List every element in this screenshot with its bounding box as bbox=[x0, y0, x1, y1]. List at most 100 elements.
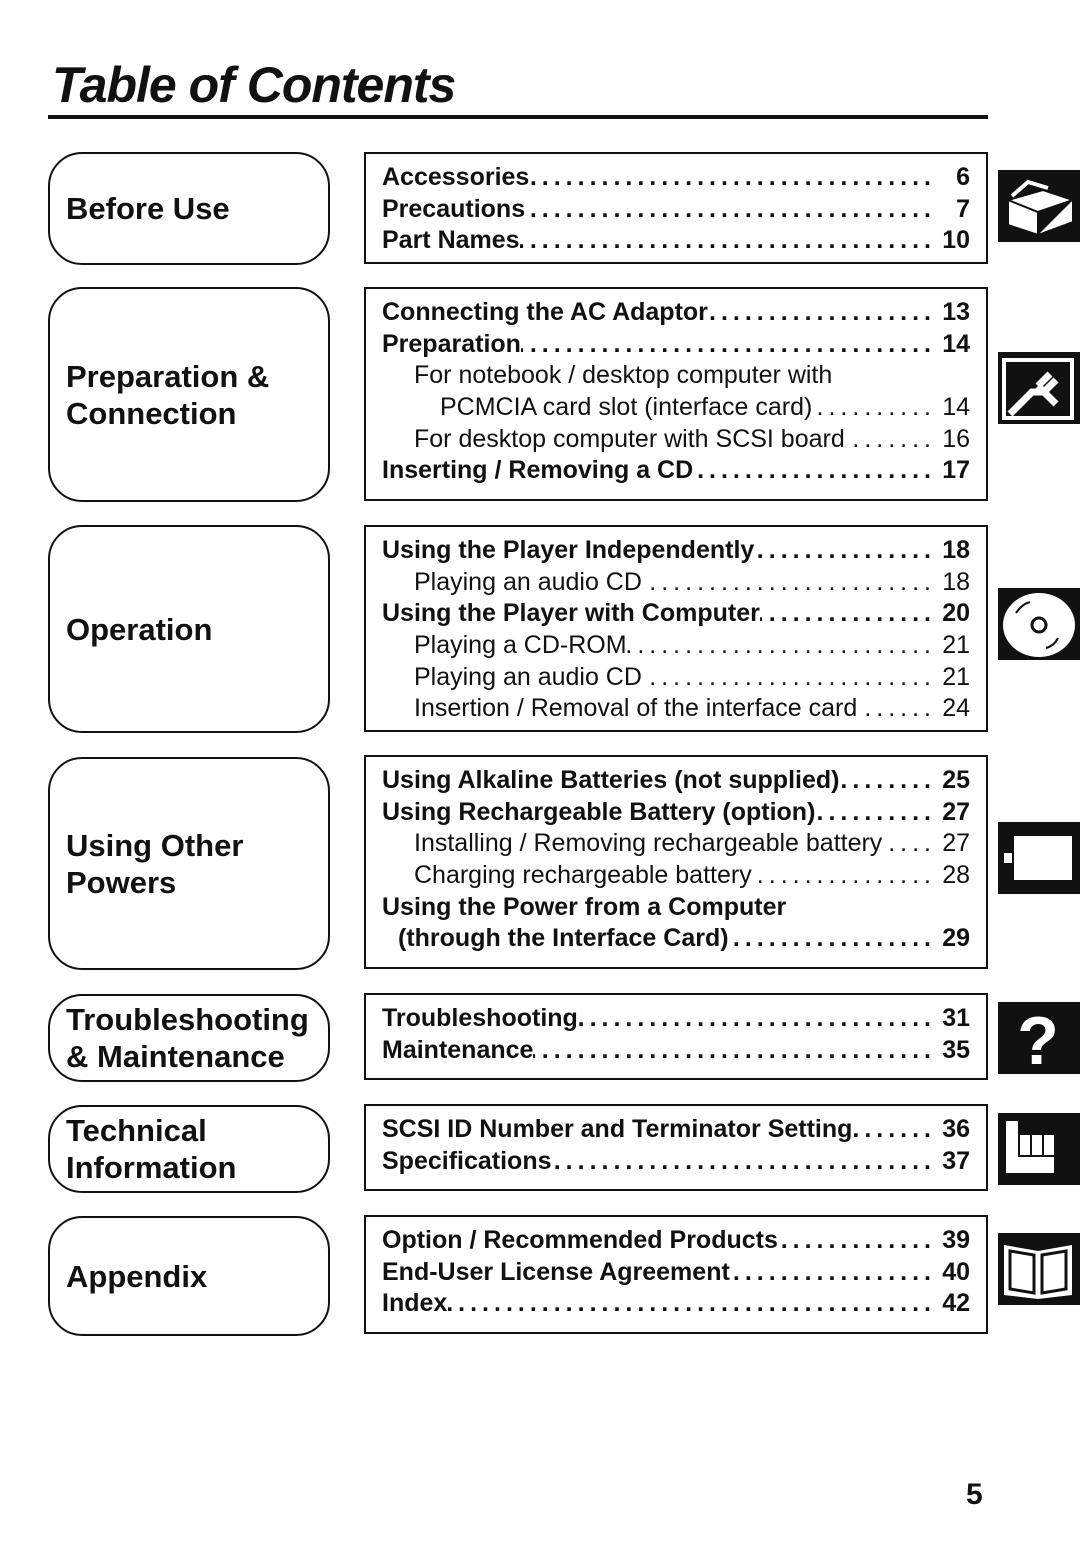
dot-leader: ........................................… bbox=[641, 567, 936, 596]
toc-entry[interactable]: Preparation.............................… bbox=[382, 329, 970, 361]
dot-leader: ........................................… bbox=[641, 662, 936, 691]
toc-entry[interactable]: Playing an audio CD.....................… bbox=[382, 567, 970, 599]
entry-title: Accessories bbox=[382, 163, 530, 191]
section-entries: Option / Recommended Products...........… bbox=[364, 1215, 988, 1334]
entry-page: 37 bbox=[942, 1146, 970, 1175]
entry-page: 10 bbox=[942, 226, 970, 255]
entry-page: 20 bbox=[942, 599, 970, 628]
dot-leader: ........................................… bbox=[754, 536, 936, 564]
dot-leader: ........................................… bbox=[857, 694, 936, 723]
cd-icon bbox=[998, 588, 1080, 660]
toc-entry[interactable]: PCMCIA card slot (interface card).......… bbox=[382, 392, 970, 424]
toc-entry[interactable]: Precautions.............................… bbox=[382, 194, 970, 226]
section-label-box: Operation bbox=[48, 525, 330, 733]
dot-leader: ........................................… bbox=[577, 1004, 936, 1032]
section-label-box: Technical Information bbox=[48, 1105, 330, 1193]
entry-title: Maintenance bbox=[382, 1035, 534, 1064]
dot-leader: ........................................… bbox=[529, 163, 936, 191]
entry-title: Using Alkaline Batteries (not supplied) bbox=[382, 766, 840, 794]
entry-title: Connecting the AC Adaptor bbox=[382, 298, 708, 326]
section-entries: Connecting the AC Adaptor...............… bbox=[364, 287, 988, 501]
toc-entry[interactable]: Using the Power from a Computer bbox=[382, 892, 970, 924]
section-heading: Operation bbox=[66, 611, 213, 647]
entry-page: 42 bbox=[942, 1289, 970, 1318]
entry-title: Specifications bbox=[382, 1146, 552, 1175]
toc-entry[interactable]: Index...................................… bbox=[382, 1288, 970, 1320]
dot-leader: ........................................… bbox=[852, 1115, 936, 1143]
entry-title: For desktop computer with SCSI board bbox=[414, 424, 845, 453]
entry-title: Option / Recommended Products bbox=[382, 1226, 778, 1254]
page-number: 5 bbox=[966, 1478, 983, 1511]
entry-page: 16 bbox=[942, 424, 970, 453]
section-heading: Troubleshooting bbox=[66, 1002, 309, 1037]
section-label-box: Before Use bbox=[48, 152, 330, 265]
entry-page: 14 bbox=[942, 393, 970, 422]
entry-title: Insertion / Removal of the interface car… bbox=[414, 694, 858, 723]
dot-leader: ........................................… bbox=[525, 194, 936, 223]
dot-leader: ........................................… bbox=[533, 1035, 936, 1064]
toc-entry[interactable]: Accessories.............................… bbox=[382, 162, 970, 194]
dot-leader: ........................................… bbox=[729, 924, 936, 953]
entry-title: Preparation bbox=[382, 329, 521, 358]
dot-leader: ........................................… bbox=[839, 766, 936, 794]
entry-page: 29 bbox=[942, 924, 970, 953]
toc-entry[interactable]: Using the Player Independently..........… bbox=[382, 535, 970, 567]
toc-entry[interactable]: Using Alkaline Batteries (not supplied).… bbox=[382, 765, 970, 797]
question-mark-icon: ? bbox=[998, 1002, 1080, 1079]
section-heading: Information bbox=[66, 1150, 237, 1185]
entry-page: 7 bbox=[956, 194, 970, 223]
dot-leader: ........................................… bbox=[845, 424, 936, 453]
entry-title: (through the Interface Card) bbox=[398, 924, 729, 953]
entry-page: 31 bbox=[942, 1004, 970, 1032]
toc-entry[interactable]: Inserting / Removing a CD...............… bbox=[382, 455, 970, 487]
toc-entry[interactable]: Maintenance.............................… bbox=[382, 1035, 970, 1067]
toc-entry[interactable]: (through the Interface Card)............… bbox=[382, 923, 970, 955]
toc-entry[interactable]: SCSI ID Number and Terminator Setting...… bbox=[382, 1114, 970, 1146]
section-heading: Appendix bbox=[66, 1258, 208, 1294]
toc-entry[interactable]: Option / Recommended Products...........… bbox=[382, 1225, 970, 1257]
toc-entry[interactable]: Charging rechargeable battery...........… bbox=[382, 860, 970, 892]
toc-entry[interactable]: For notebook / desktop computer with bbox=[382, 360, 970, 392]
toc-entry[interactable]: Troubleshooting.........................… bbox=[382, 1003, 970, 1035]
entry-title: For notebook / desktop computer with bbox=[414, 361, 833, 390]
toc-entry[interactable]: Specifications..........................… bbox=[382, 1146, 970, 1178]
entry-page: 6 bbox=[956, 163, 970, 191]
dot-leader: ........................................… bbox=[815, 797, 936, 826]
toc-entry[interactable]: Connecting the AC Adaptor...............… bbox=[382, 297, 970, 329]
entry-page: 40 bbox=[942, 1257, 970, 1286]
dot-leader: ........................................… bbox=[778, 1226, 936, 1254]
entry-title: Playing an audio CD bbox=[414, 567, 642, 596]
toc-entry[interactable]: Part Names..............................… bbox=[382, 225, 970, 257]
entry-title: Using the Power from a Computer bbox=[382, 892, 787, 921]
entry-page: 28 bbox=[942, 861, 970, 890]
entry-title: Part Names bbox=[382, 226, 520, 255]
dot-leader: ........................................… bbox=[626, 631, 936, 660]
section-entries: Accessories.............................… bbox=[364, 152, 988, 264]
entry-page: 13 bbox=[942, 298, 970, 326]
entry-title: End-User License Agreement bbox=[382, 1257, 730, 1286]
toc-entry[interactable]: Using the Player with Computer..........… bbox=[382, 598, 970, 630]
toc-entry[interactable]: End-User License Agreement..............… bbox=[382, 1257, 970, 1289]
entry-page: 14 bbox=[942, 329, 970, 358]
battery-icon bbox=[998, 822, 1080, 894]
toc-entry[interactable]: Installing / Removing rechargeable batte… bbox=[382, 828, 970, 860]
section-entries: SCSI ID Number and Terminator Setting...… bbox=[364, 1104, 988, 1191]
toc-entry[interactable]: Insertion / Removal of the interface car… bbox=[382, 693, 970, 725]
section-heading: Connection bbox=[66, 395, 237, 431]
toc-entry[interactable]: Playing a CD-ROM........................… bbox=[382, 630, 970, 662]
entry-title: Using the Player with Computer bbox=[382, 599, 760, 628]
entry-title: Playing a CD-ROM bbox=[414, 631, 627, 660]
dot-leader: ........................................… bbox=[730, 1257, 936, 1286]
toc-entry[interactable]: Using Rechargeable Battery (option).....… bbox=[382, 797, 970, 829]
section-heading: Preparation & bbox=[66, 358, 270, 394]
section-label-box: Troubleshooting & Maintenance bbox=[48, 994, 330, 1082]
toc-entry[interactable]: Playing an audio CD.....................… bbox=[382, 662, 970, 694]
toc-entry[interactable]: For desktop computer with SCSI board....… bbox=[382, 424, 970, 456]
entry-title: SCSI ID Number and Terminator Setting bbox=[382, 1115, 853, 1143]
entry-page: 21 bbox=[942, 631, 970, 660]
entry-page: 35 bbox=[942, 1035, 970, 1064]
section-heading: Using Other bbox=[66, 827, 244, 863]
entry-page: 25 bbox=[942, 766, 970, 794]
entry-title: Installing / Removing rechargeable batte… bbox=[414, 829, 883, 858]
entry-title: Precautions bbox=[382, 194, 526, 223]
